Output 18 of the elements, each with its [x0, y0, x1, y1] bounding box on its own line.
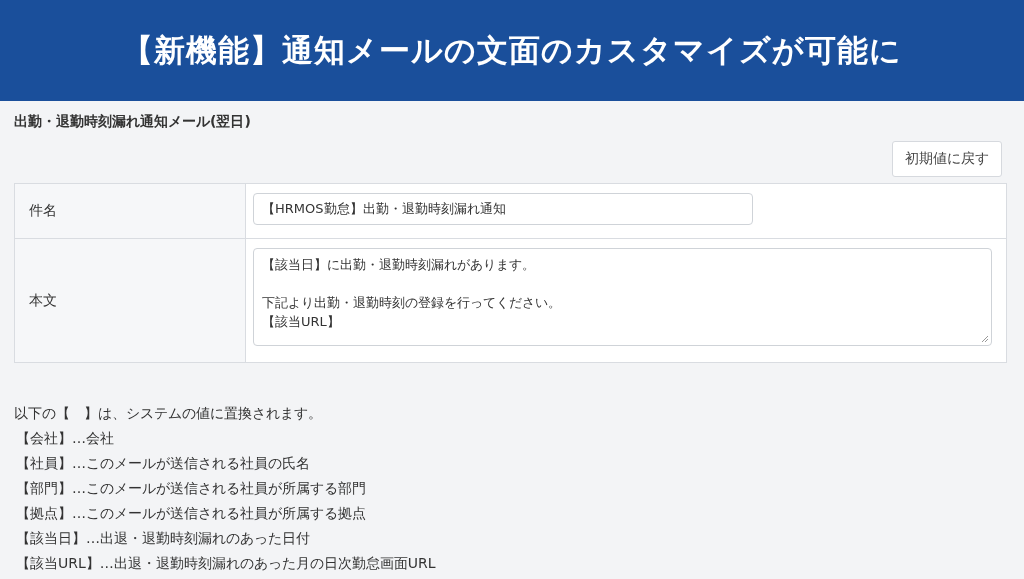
placeholder-note: 【部門】…このメールが送信される社員が所属する部門: [15, 479, 367, 498]
label-cell: 本文: [15, 239, 246, 362]
subject-field[interactable]: 【HRMOS勤怠】出勤・退勤時刻漏れ通知: [253, 193, 753, 225]
placeholder-note: 【該当日】…出退・退勤時刻漏れのあった日付: [15, 529, 311, 548]
reset-button[interactable]: 初期値に戻す: [892, 141, 1002, 177]
body-text-line: 下記より出勤・退勤時刻の登録を行ってください。: [262, 294, 561, 312]
notes-intro: 以下の【 】は、システムの値に置換されます。: [14, 404, 323, 423]
placeholder-note: 【該当URL】…出退・退勤時刻漏れのあった月の日次勤怠画面URL: [15, 554, 437, 573]
banner-title: 【新機能】通知メールの文面のカスタマイズが可能に: [122, 30, 902, 70]
body-text-area[interactable]: 【該当日】に出勤・退勤時刻漏れがあります。 下記より出勤・退勤時刻の登録を行ってください。 【該当URL】: [253, 248, 992, 346]
label-cell: 件名: [15, 184, 246, 238]
section-title: 出勤・退勤時刻漏れ通知メール(翌日): [14, 113, 252, 131]
placeholder-note: 【社員】…このメールが送信される社員の氏名: [15, 454, 311, 473]
placeholder-note: 【会社】…会社: [15, 429, 115, 448]
resize-grip-icon: [981, 335, 989, 343]
placeholder-note: 【拠点】…このメールが送信される社員が所属する拠点: [15, 504, 367, 523]
body-text-line: 【該当日】に出勤・退勤時刻漏れがあります。: [262, 256, 535, 274]
body-text-line: 【該当URL】: [262, 313, 340, 331]
